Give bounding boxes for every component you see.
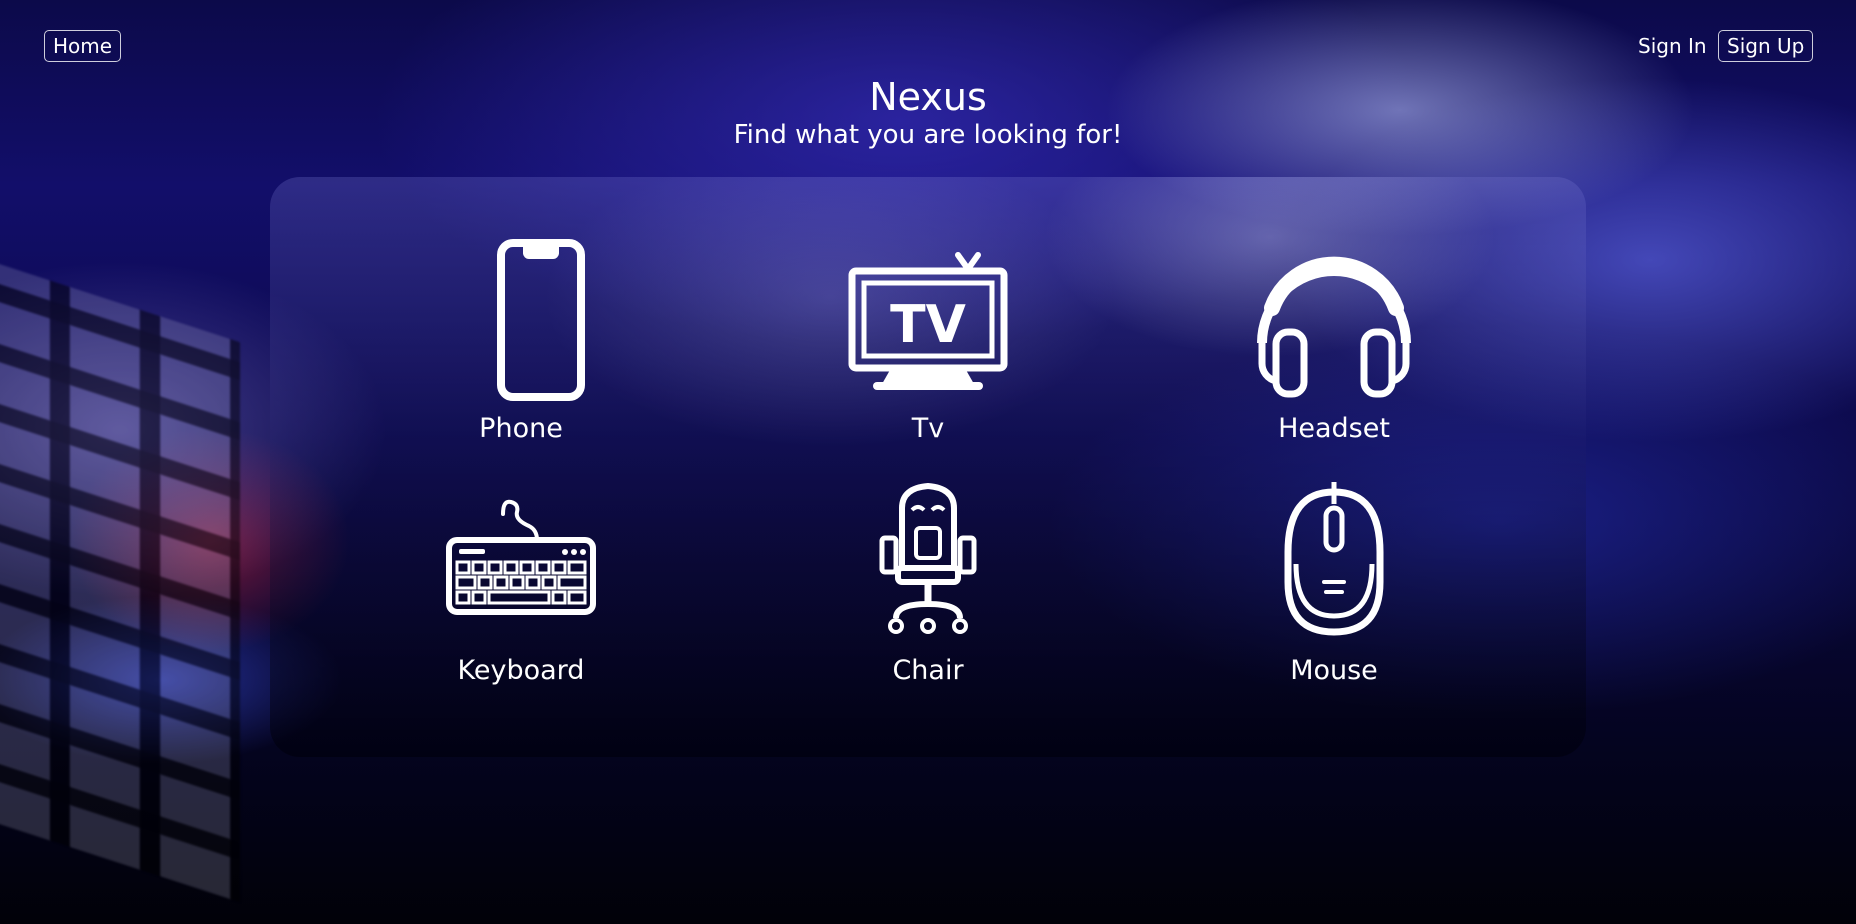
category-label: Keyboard <box>457 655 585 686</box>
site-subtitle: Find what you are looking for! <box>733 120 1123 150</box>
category-label: Headset <box>1278 413 1390 444</box>
site-title: Nexus <box>869 75 987 119</box>
sign-up-button[interactable]: Sign Up <box>1718 30 1814 62</box>
category-headset[interactable]: Headset <box>1184 238 1484 448</box>
chair-icon <box>879 483 977 634</box>
page: Home Sign In Sign Up Nexus Find what you… <box>0 0 1856 924</box>
category-mouse[interactable]: Mouse <box>1184 478 1484 690</box>
category-label: Mouse <box>1290 655 1378 686</box>
category-label: Tv <box>911 413 945 444</box>
category-label: Phone <box>479 413 563 444</box>
category-keyboard[interactable]: Keyboard <box>371 478 671 690</box>
keyboard-icon <box>446 499 596 615</box>
headset-icon <box>1257 256 1411 398</box>
phone-icon <box>497 239 585 401</box>
svg-text:TV: TV <box>890 295 966 355</box>
sign-in-link[interactable]: Sign In <box>1638 30 1707 62</box>
home-button[interactable]: Home <box>44 30 122 62</box>
background-keyboard <box>0 257 240 903</box>
tv-icon: TV <box>848 252 1008 390</box>
category-label: Chair <box>892 655 964 686</box>
mouse-icon <box>1284 482 1384 636</box>
category-tv[interactable]: TV Tv <box>778 238 1078 448</box>
category-chair[interactable]: Chair <box>778 478 1078 690</box>
category-phone[interactable]: Phone <box>371 238 671 448</box>
